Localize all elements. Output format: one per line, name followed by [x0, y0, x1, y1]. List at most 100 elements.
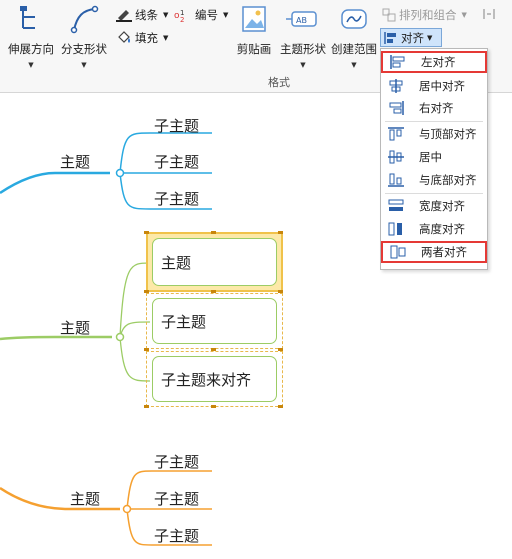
grow-direction-icon	[20, 6, 35, 29]
align-icon	[384, 31, 396, 44]
range-icon	[341, 9, 367, 29]
create-range-label: 创建范围	[331, 42, 377, 56]
subtopic-node[interactable]: 子主题	[154, 188, 199, 209]
align-center-icon	[389, 79, 403, 93]
menu-separator	[385, 193, 483, 194]
numbering-icon: o 1 2	[174, 9, 184, 22]
numbering-label: 编号	[195, 8, 218, 22]
resize-handle[interactable]	[211, 231, 216, 234]
resize-handle[interactable]	[278, 405, 283, 408]
resize-handle[interactable]	[144, 290, 149, 293]
subtopic-text: 子主题来对齐	[161, 370, 252, 389]
menu-item-align-middle[interactable]: 居中	[381, 146, 487, 168]
menu-item-same-size[interactable]: 两者对齐	[381, 241, 487, 263]
align-right-icon	[389, 101, 404, 115]
resize-handle[interactable]	[144, 348, 149, 351]
menu-item-label: 高度对齐	[419, 222, 465, 236]
same-height-icon	[388, 222, 402, 236]
chevron-down-icon: ▼	[351, 61, 357, 69]
menu-item-align-top[interactable]: 与顶部对齐	[381, 123, 487, 145]
resize-handle[interactable]	[211, 290, 216, 293]
menu-item-align-center[interactable]: 居中对齐	[381, 75, 487, 97]
branch-shape-button[interactable]: 分支形状 ▼	[58, 0, 110, 78]
align-top-icon	[388, 127, 404, 141]
align-label: 对齐	[401, 30, 424, 45]
svg-text:2: 2	[180, 16, 184, 22]
menu-item-label: 居中对齐	[419, 79, 465, 93]
menu-item-label: 与顶部对齐	[419, 127, 477, 141]
align-dropdown-button[interactable]: 对齐 ▼	[380, 28, 442, 47]
branch-shape-label: 分支形状	[61, 42, 107, 56]
resize-handle[interactable]	[144, 231, 149, 234]
align-dropdown-menu: 左对齐 居中对齐 右对齐 与顶部对齐 居中 与底部对齐 宽度对齐 高度对齐 两者…	[380, 48, 488, 270]
menu-item-align-bottom[interactable]: 与底部对齐	[381, 169, 487, 191]
menu-item-same-width[interactable]: 宽度对齐	[381, 195, 487, 217]
topic-shape-icon: AB	[286, 11, 317, 27]
spacing-button[interactable]	[482, 7, 496, 21]
chevron-down-icon: ▼	[427, 33, 433, 42]
subtopic-node[interactable]: 子主题	[154, 488, 199, 509]
chevron-down-icon: ▼	[81, 61, 87, 69]
chevron-down-icon: ▼	[163, 34, 169, 42]
menu-item-label: 与底部对齐	[419, 173, 477, 187]
clip-art-label: 剪贴画	[236, 42, 272, 56]
topic-shape-button[interactable]: AB 主题形状 ▼	[275, 0, 331, 78]
menu-separator	[385, 121, 483, 122]
chevron-down-icon: ▼	[163, 11, 169, 19]
subtopic-box[interactable]: 子主题	[152, 298, 277, 344]
topic-shape-label: 主题形状	[280, 42, 326, 56]
numbering-button[interactable]: o 1 2 编号 ▼	[174, 7, 228, 23]
chevron-down-icon: ▼	[28, 61, 34, 69]
subtopic-node[interactable]: 子主题	[154, 115, 199, 136]
clip-art-button[interactable]: 剪贴画	[232, 0, 276, 78]
align-left-icon	[390, 55, 405, 69]
grow-direction-button[interactable]: 伸展方向 ▼	[2, 0, 60, 78]
same-width-icon	[388, 199, 404, 211]
clip-art-icon	[242, 6, 266, 32]
format-group-label: 格式	[268, 76, 290, 89]
resize-handle[interactable]	[278, 348, 283, 351]
menu-item-label: 居中	[419, 150, 442, 164]
create-range-button[interactable]: 创建范围 ▼	[328, 0, 380, 78]
subtopic-box[interactable]: 子主题来对齐	[152, 356, 277, 402]
menu-item-label: 左对齐	[421, 55, 456, 69]
arrange-icon	[382, 8, 396, 22]
line-label: 线条	[135, 8, 158, 22]
menu-item-label: 宽度对齐	[419, 199, 465, 213]
resize-handle[interactable]	[211, 405, 216, 408]
resize-handle[interactable]	[211, 348, 216, 351]
subtopic-node[interactable]: 子主题	[154, 451, 199, 472]
branch-shape-icon	[70, 5, 99, 34]
chevron-down-icon: ▼	[300, 61, 306, 69]
menu-item-label: 两者对齐	[421, 245, 467, 259]
arrange-combine-label: 排列和组合	[399, 8, 457, 22]
topic-node[interactable]: 主题	[70, 488, 100, 509]
arrange-combine-button[interactable]: 排列和组合 ▼	[382, 7, 467, 23]
spacing-icon	[483, 9, 495, 19]
fill-button[interactable]: 填充 ▼	[116, 30, 168, 46]
chevron-down-icon: ▼	[223, 11, 229, 19]
chevron-down-icon: ▼	[461, 11, 467, 19]
subtopic-text: 子主题	[161, 312, 207, 331]
menu-item-same-height[interactable]: 高度对齐	[381, 218, 487, 240]
resize-handle[interactable]	[144, 405, 149, 408]
align-middle-icon	[388, 150, 404, 164]
same-size-icon	[390, 245, 406, 259]
line-button[interactable]: 线条 ▼	[116, 7, 168, 23]
subtopic-node[interactable]: 子主题	[154, 525, 199, 546]
menu-item-align-right[interactable]: 右对齐	[381, 97, 487, 119]
align-bottom-icon	[388, 173, 404, 187]
subtopic-node[interactable]: 子主题	[154, 151, 199, 172]
topic-node[interactable]: 主题	[60, 317, 90, 338]
resize-handle[interactable]	[278, 290, 283, 293]
pen-icon	[116, 10, 132, 22]
menu-item-align-left[interactable]: 左对齐	[381, 51, 487, 73]
svg-text:AB: AB	[296, 16, 307, 25]
paint-bucket-icon	[118, 31, 130, 43]
fill-label: 填充	[135, 31, 158, 45]
resize-handle[interactable]	[278, 231, 283, 234]
menu-item-label: 右对齐	[419, 101, 454, 115]
subtopic-text: 主题	[161, 253, 192, 272]
subtopic-box[interactable]: 主题	[152, 238, 277, 286]
topic-node[interactable]: 主题	[60, 151, 90, 172]
